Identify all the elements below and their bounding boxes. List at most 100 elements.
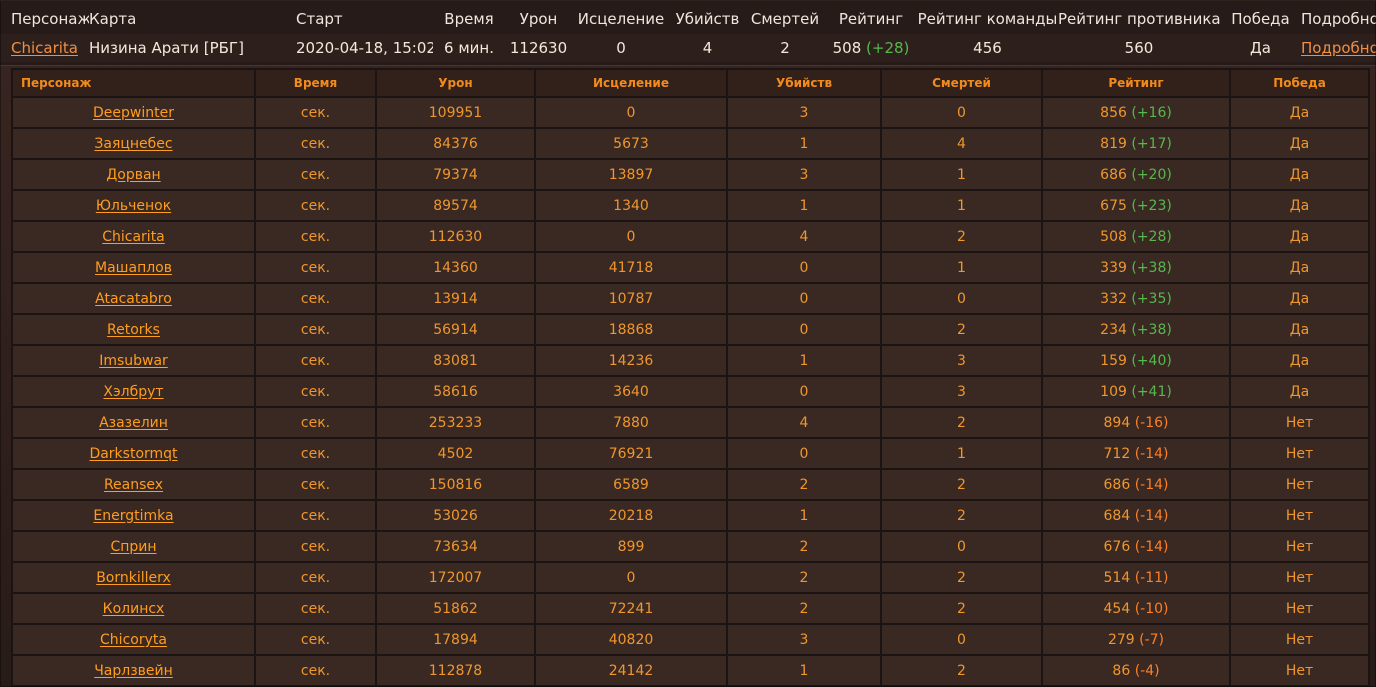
player-name-link[interactable]: Deepwinter bbox=[93, 105, 174, 121]
player-name-link[interactable]: Chicarita bbox=[102, 229, 165, 245]
table-row: Reansex сек. 150816 6589 2 2 686 (-14) Нет bbox=[11, 468, 1370, 501]
player-rating-base: 712 bbox=[1103, 445, 1131, 462]
player-rating: 894 (-16) bbox=[1041, 406, 1231, 439]
player-damage: 112878 bbox=[375, 654, 536, 687]
player-rating-delta: (+20) bbox=[1131, 166, 1172, 183]
player-damage: 13914 bbox=[375, 282, 536, 315]
player-name-link[interactable]: Заяцнебес bbox=[94, 136, 172, 152]
player-victory: Нет bbox=[1229, 530, 1370, 563]
table-row: Азазелин сек. 253233 7880 4 2 894 (-16) Нет bbox=[11, 406, 1370, 439]
player-time: сек. bbox=[254, 623, 377, 656]
summary-header-opponent-rating: Рейтинг противника bbox=[1058, 10, 1220, 28]
player-cell: Хэлбрут bbox=[11, 375, 256, 408]
player-time: сек. bbox=[254, 375, 377, 408]
player-rating: 332 (+35) bbox=[1041, 282, 1231, 315]
player-name-link[interactable]: Bornkillerx bbox=[96, 570, 171, 586]
player-name-link[interactable]: Retorks bbox=[107, 322, 160, 338]
player-rating: 279 (-7) bbox=[1041, 623, 1231, 656]
match-history-page: Персонаж Карта Старт Время Урон Исцелени… bbox=[0, 0, 1376, 687]
table-row: Дорван сек. 79374 13897 3 1 686 (+20) Да bbox=[11, 158, 1370, 191]
player-rating-base: 856 bbox=[1100, 104, 1127, 121]
player-name-link[interactable]: Дорван bbox=[106, 167, 160, 183]
player-rating: 339 (+38) bbox=[1041, 251, 1231, 284]
player-name-link[interactable]: Машаплов bbox=[95, 260, 172, 276]
player-rating-base: 159 bbox=[1100, 352, 1127, 369]
player-deaths: 2 bbox=[880, 499, 1043, 532]
player-rating-base: 514 bbox=[1103, 569, 1131, 586]
player-kills: 3 bbox=[726, 96, 882, 129]
player-healing: 0 bbox=[534, 220, 728, 253]
summary-map: Низина Арати [РБГ] bbox=[89, 39, 244, 57]
player-victory: Нет bbox=[1229, 592, 1370, 625]
player-time: сек. bbox=[254, 189, 377, 222]
player-rating-delta: (+41) bbox=[1131, 383, 1172, 400]
player-name-link[interactable]: Сприн bbox=[110, 539, 156, 555]
player-damage: 79374 bbox=[375, 158, 536, 191]
summary-header-victory: Победа bbox=[1231, 10, 1290, 28]
player-healing: 1340 bbox=[534, 189, 728, 222]
players-header-time: Время bbox=[254, 68, 377, 98]
player-rating: 508 (+28) bbox=[1041, 220, 1231, 253]
player-time: сек. bbox=[254, 406, 377, 439]
player-victory: Нет bbox=[1229, 437, 1370, 470]
player-damage: 56914 bbox=[375, 313, 536, 346]
player-name-link[interactable]: Юльченок bbox=[96, 198, 171, 214]
player-rating-delta: (+40) bbox=[1131, 352, 1172, 369]
table-row: Машаплов сек. 14360 41718 0 1 339 (+38) Да bbox=[11, 251, 1370, 284]
player-victory: Да bbox=[1229, 127, 1370, 160]
player-kills: 4 bbox=[726, 406, 882, 439]
player-time: сек. bbox=[254, 468, 377, 501]
player-rating-delta: (+38) bbox=[1131, 321, 1172, 338]
player-name-link[interactable]: Darkstormqt bbox=[89, 446, 177, 462]
player-name-link[interactable]: Чарлзвейн bbox=[94, 663, 173, 679]
table-row: Юльченок сек. 89574 1340 1 1 675 (+23) Да bbox=[11, 189, 1370, 222]
summary-character-link[interactable]: Chicarita bbox=[11, 39, 78, 57]
player-victory: Да bbox=[1229, 220, 1370, 253]
player-rating-base: 686 bbox=[1100, 166, 1127, 183]
player-rating-base: 676 bbox=[1103, 538, 1131, 555]
player-rating-delta: (+23) bbox=[1131, 197, 1172, 214]
player-name-link[interactable]: Колинсх bbox=[103, 601, 165, 617]
summary-header-details: Подробно bbox=[1301, 10, 1376, 28]
player-healing: 5673 bbox=[534, 127, 728, 160]
player-healing: 6589 bbox=[534, 468, 728, 501]
player-rating-base: 894 bbox=[1103, 414, 1131, 431]
player-name-link[interactable]: Energtimka bbox=[93, 508, 173, 524]
table-row: Колинсх сек. 51862 72241 2 2 454 (-10) Нет bbox=[11, 592, 1370, 625]
player-cell: Юльченок bbox=[11, 189, 256, 222]
player-time: сек. bbox=[254, 313, 377, 346]
player-rating-delta: (+17) bbox=[1131, 135, 1172, 152]
player-rating-delta: (-14) bbox=[1134, 445, 1169, 462]
player-damage: 17894 bbox=[375, 623, 536, 656]
player-time: сек. bbox=[254, 127, 377, 160]
player-healing: 0 bbox=[534, 96, 728, 129]
player-name-link[interactable]: Азазелин bbox=[99, 415, 168, 431]
player-name-link[interactable]: Reansex bbox=[104, 477, 163, 493]
player-cell: Imsubwar bbox=[11, 344, 256, 377]
player-name-link[interactable]: Хэлбрут bbox=[103, 384, 163, 400]
player-name-link[interactable]: Imsubwar bbox=[99, 353, 168, 369]
player-name-link[interactable]: Chicoryta bbox=[100, 632, 167, 648]
player-damage: 83081 bbox=[375, 344, 536, 377]
player-deaths: 3 bbox=[880, 344, 1043, 377]
player-kills: 2 bbox=[726, 468, 882, 501]
summary-details-link[interactable]: Подробно bbox=[1301, 39, 1376, 57]
table-row: Сприн сек. 73634 899 2 0 676 (-14) Нет bbox=[11, 530, 1370, 563]
player-healing: 0 bbox=[534, 561, 728, 594]
player-rating: 686 (+20) bbox=[1041, 158, 1231, 191]
players-table: Персонаж Время Урон Исцеление Убийств См… bbox=[11, 68, 1370, 687]
player-damage: 89574 bbox=[375, 189, 536, 222]
player-victory: Да bbox=[1229, 96, 1370, 129]
player-cell: Deepwinter bbox=[11, 96, 256, 129]
player-victory: Нет bbox=[1229, 561, 1370, 594]
player-rating: 684 (-14) bbox=[1041, 499, 1231, 532]
player-rating-base: 686 bbox=[1103, 476, 1131, 493]
table-row: Atacatabro сек. 13914 10787 0 0 332 (+35) Да bbox=[11, 282, 1370, 315]
player-name-link[interactable]: Atacatabro bbox=[95, 291, 172, 307]
player-time: сек. bbox=[254, 592, 377, 625]
player-rating-base: 339 bbox=[1100, 259, 1127, 276]
player-time: сек. bbox=[254, 561, 377, 594]
player-rating: 514 (-11) bbox=[1041, 561, 1231, 594]
player-victory: Нет bbox=[1229, 406, 1370, 439]
player-rating-delta: (-14) bbox=[1134, 507, 1169, 524]
